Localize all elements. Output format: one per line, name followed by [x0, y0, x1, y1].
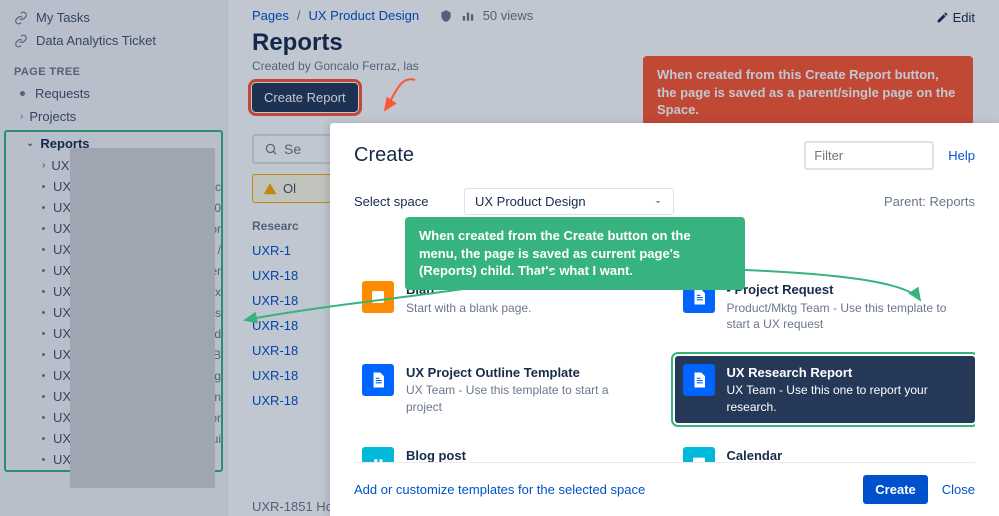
template-ux-research-report[interactable]: UX Research ReportUX Team - Use this one… — [675, 356, 976, 423]
annotation-green: When created from the Create button on t… — [405, 217, 745, 290]
template-icon — [362, 447, 394, 462]
template-icon — [362, 364, 394, 396]
create-modal: Create Help Select space UX Product Desi… — [330, 123, 999, 516]
select-space-label: Select space — [354, 194, 464, 209]
modal-close-button[interactable]: Close — [942, 482, 975, 497]
chevron-down-icon — [653, 197, 663, 207]
template-icon — [683, 447, 715, 462]
template-blog-post[interactable]: Blog postShare news and announcements wi… — [354, 439, 655, 462]
filter-input[interactable] — [804, 141, 934, 170]
add-templates-link[interactable]: Add or customize templates for the selec… — [354, 482, 645, 497]
help-link[interactable]: Help — [948, 148, 975, 163]
template-ux-project-outline-template[interactable]: UX Project Outline TemplateUX Team - Use… — [354, 356, 655, 423]
modal-title: Create — [354, 144, 414, 167]
template-calendar[interactable]: CalendarTrack leave, meetings, releases,… — [675, 439, 976, 462]
space-select[interactable]: UX Product Design — [464, 188, 674, 215]
template-icon — [683, 364, 715, 396]
modal-create-button[interactable]: Create — [863, 475, 927, 504]
template-icon — [362, 281, 394, 313]
parent-label: Parent: Reports — [884, 194, 975, 209]
